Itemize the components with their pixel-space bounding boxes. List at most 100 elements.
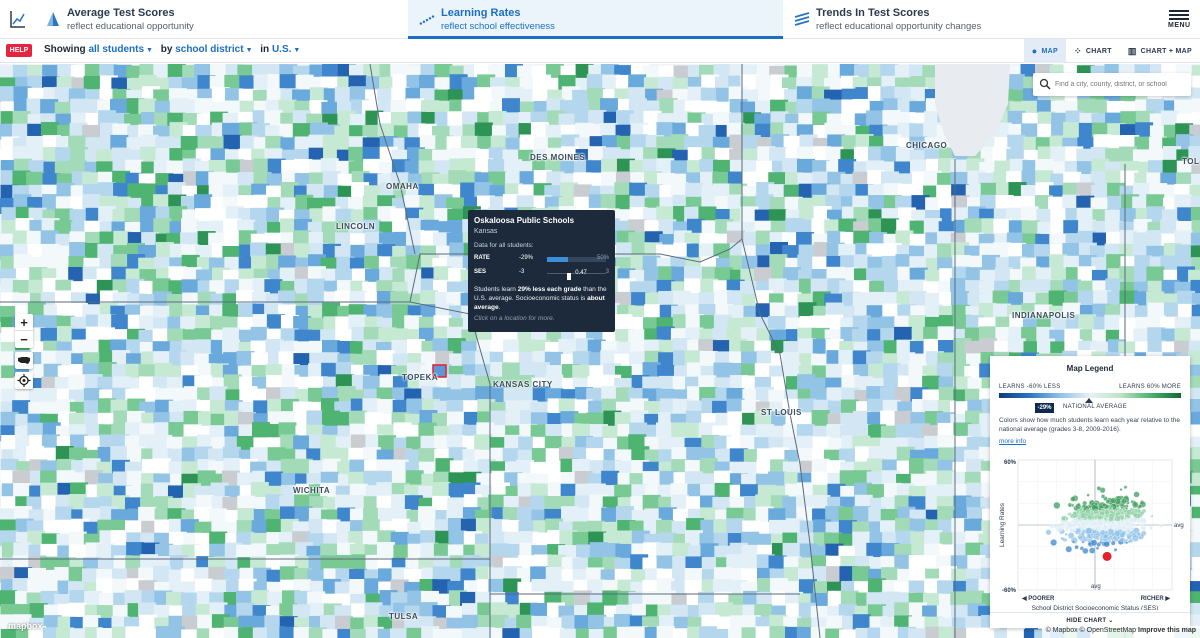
location-search[interactable] — [1033, 73, 1191, 96]
district-cell — [796, 99, 815, 116]
scatter-point — [1107, 536, 1111, 540]
legend-value-badge: -29% — [1035, 403, 1054, 413]
district-tooltip: Oskaloosa Public Schools Kansas Data for… — [468, 210, 615, 332]
district-cell — [152, 458, 171, 475]
by-label: by — [160, 44, 173, 55]
students-dropdown[interactable]: all students — [88, 44, 144, 55]
map-view-button[interactable]: ● MAP — [1023, 39, 1066, 63]
target-icon — [17, 374, 31, 387]
y-tick-label: -60% — [1002, 588, 1017, 594]
scatter-point — [1083, 537, 1088, 542]
scatter-point — [1148, 525, 1153, 531]
scatter-point — [1086, 493, 1090, 497]
scatter-point — [1123, 485, 1128, 490]
tab-subtitle: reflect educational opportunity changes — [816, 21, 982, 32]
district-cell — [993, 218, 1012, 235]
split-icon: ▥ — [1127, 45, 1137, 56]
map-pin-icon: ● — [1031, 46, 1038, 56]
legend-description: Colors show how much students learn each… — [999, 417, 1181, 433]
scatter-point — [1124, 499, 1128, 503]
highlighted-point — [1101, 550, 1113, 562]
legend-scatterplot[interactable]: 60% -60% avg avg ◀ POORER RICHER ▶ School Dist… — [990, 450, 1190, 612]
district-cell — [82, 194, 101, 211]
scatter-point — [1125, 506, 1128, 510]
scatter-point — [1068, 503, 1072, 507]
scatter-point — [1122, 507, 1126, 512]
region-dropdown[interactable]: school district — [175, 44, 243, 55]
map-canvas[interactable]: DES MOINES CHICAGO OMAHA LINCOLN TOPEKA … — [0, 64, 1200, 638]
help-button[interactable]: HELP — [6, 44, 32, 57]
district-cell — [811, 410, 830, 427]
city-label: ST LOUIS — [761, 408, 802, 417]
search-input[interactable] — [1055, 77, 1187, 92]
scatter-chart[interactable]: 60%-60%avgavg◀ POORER RICHER ▶School Dist… — [990, 450, 1190, 612]
district-cell — [279, 74, 298, 91]
district-cell — [1020, 206, 1039, 223]
scatter-point — [1085, 527, 1093, 535]
scatter-point — [1088, 541, 1092, 546]
y-tick-label: 60% — [1004, 460, 1017, 466]
scatter-point — [1064, 538, 1068, 542]
tooltip-title: Oskaloosa Public Schools — [474, 216, 575, 225]
chart-view-button[interactable]: ⁘ CHART — [1066, 39, 1120, 63]
tab-title: Average Test Scores — [67, 7, 175, 19]
chart-map-view-button[interactable]: ▥ CHART + MAP — [1120, 39, 1200, 63]
district-cell — [825, 363, 844, 380]
national-average-marker-icon — [1085, 398, 1093, 403]
district-cell — [252, 422, 271, 439]
district-cell — [936, 470, 955, 487]
district-cell — [446, 628, 465, 638]
locate-button[interactable] — [15, 372, 33, 389]
scatter-point — [1110, 497, 1117, 504]
scatter-point — [1110, 540, 1116, 546]
city-label: TOPEKA — [402, 373, 439, 382]
mapbox-logo[interactable]: mapbox — [8, 621, 43, 631]
zoom-out-button[interactable]: − — [15, 331, 33, 348]
scatter-point — [1082, 504, 1086, 508]
district-cell — [852, 506, 871, 523]
district-cell — [153, 218, 172, 235]
district-cell — [209, 386, 228, 403]
district-cell — [110, 446, 129, 463]
tab-trends-in-test-scores[interactable]: Trends In Test Scores reflect educationa… — [783, 0, 1163, 39]
search-icon — [1039, 78, 1051, 90]
us-map-icon — [18, 357, 30, 364]
menu-button[interactable]: MENU — [1168, 8, 1190, 34]
scatter-point — [1093, 520, 1099, 527]
map-legend: Map Legend LEARNS -60% LESS LEARNS 60% M… — [990, 356, 1190, 628]
map-attribution: © Mapbox © OpenStreetMap Improve this ma… — [1041, 626, 1200, 638]
average-scores-icon — [47, 12, 59, 26]
osm-credit[interactable]: © OpenStreetMap — [1080, 627, 1137, 634]
rate-fill — [547, 257, 569, 262]
district-cell — [1188, 350, 1200, 367]
ses-value: 0.47 — [575, 270, 587, 276]
us-reset-button[interactable] — [15, 352, 33, 369]
district-cell — [390, 628, 409, 638]
mapbox-credit[interactable]: © Mapbox — [1046, 627, 1078, 634]
scatter-point — [1080, 512, 1087, 519]
ses-track: 0.47 — [547, 270, 606, 280]
scatter-point — [1102, 502, 1107, 507]
scatter-point — [1139, 523, 1142, 527]
rate-label: RATE — [474, 255, 490, 261]
district-cell — [978, 338, 997, 355]
scatter-point — [1077, 516, 1081, 520]
district-cell — [69, 242, 88, 259]
caret-down-icon: ▼ — [146, 47, 153, 54]
area-dropdown[interactable]: U.S. — [272, 44, 291, 55]
view-label: CHART — [1085, 47, 1112, 55]
menu-label: MENU — [1168, 22, 1191, 29]
improve-map-link[interactable]: Improve this map — [1138, 627, 1196, 634]
zoom-in-button[interactable]: + — [15, 314, 33, 331]
scatter-point — [1119, 531, 1126, 538]
tab-average-test-scores[interactable]: Average Test Scores reflect educational … — [0, 0, 408, 39]
scatter-point — [1112, 535, 1118, 541]
district-cell — [124, 207, 143, 224]
district-cell — [432, 482, 451, 499]
scatter-point — [1131, 501, 1139, 509]
tab-learning-rates[interactable]: Learning Rates reflect school effectiven… — [408, 0, 783, 39]
tab-title: Learning Rates — [441, 7, 521, 19]
scatter-point — [1080, 521, 1087, 528]
district-cell — [418, 506, 437, 523]
more-info-link[interactable]: more info — [999, 438, 1026, 445]
